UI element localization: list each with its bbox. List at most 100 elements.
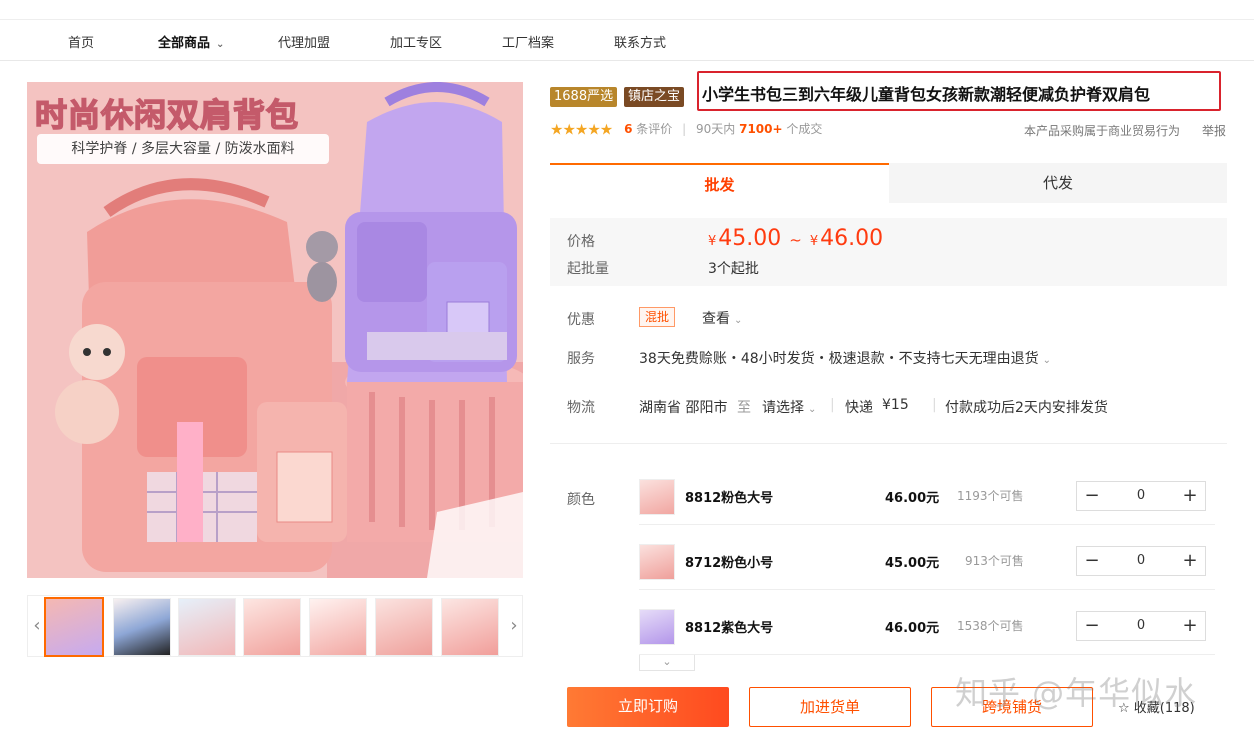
badge-store-treasure: 镇店之宝 — [624, 87, 685, 107]
quantity-value[interactable]: 0 — [1107, 612, 1175, 640]
tab-wholesale[interactable]: 批发 — [550, 163, 889, 203]
quantity-stepper[interactable]: − 0 + — [1076, 611, 1206, 641]
nav-factory[interactable]: 工厂档案 — [502, 32, 554, 51]
sku-thumbnail[interactable] — [639, 479, 675, 515]
price-min: 45.00 — [718, 226, 782, 251]
express-fee: ¥15 — [882, 397, 909, 413]
product-title-box: 小学生书包三到六年级儿童背包女孩新款潮轻便减负护脊双肩包 — [697, 71, 1221, 111]
trade-note: 本产品采购属于商业贸易行为 — [1024, 124, 1181, 138]
sku-row: 8712粉色小号 45.00元 913个可售 − 0 + — [639, 534, 1215, 590]
thumbnail-2[interactable] — [113, 598, 171, 656]
chevron-down-icon: ⌄ — [216, 39, 225, 50]
nav-all-products[interactable]: 全部商品 ⌄ — [158, 32, 224, 51]
watermark: 知乎 @年华似水 — [955, 674, 1198, 712]
logistics-separator-2: | — [932, 397, 937, 413]
review-count[interactable]: 6 — [624, 122, 632, 136]
hero-title: 时尚休闲双肩背包 — [34, 95, 300, 135]
price-block: 价格 ¥45.00 ~ ¥46.00 起批量 3个起批 — [550, 218, 1227, 286]
minus-button[interactable]: − — [1077, 612, 1107, 640]
nav-processing[interactable]: 加工专区 — [390, 32, 442, 51]
quantity-value[interactable]: 0 — [1107, 482, 1175, 510]
thumbnail-6[interactable] — [375, 598, 433, 656]
sku-price: 46.00元 — [885, 621, 940, 636]
price-range: ¥45.00 ~ ¥46.00 — [708, 226, 883, 251]
sku-name: 8712粉色小号 — [685, 556, 774, 571]
sku-price: 45.00元 — [885, 556, 940, 571]
days-label: 90天内 — [695, 122, 736, 136]
section-divider — [550, 443, 1227, 444]
plus-button[interactable]: + — [1175, 612, 1205, 640]
sku-thumbnail[interactable] — [639, 544, 675, 580]
promo-label: 优惠 — [567, 312, 595, 328]
promo-tag: 混批 — [639, 307, 676, 327]
buy-now-button[interactable]: 立即订购 — [567, 687, 729, 727]
thumbnail-1[interactable] — [44, 597, 104, 657]
service-label: 服务 — [567, 351, 595, 367]
plus-button[interactable]: + — [1175, 482, 1205, 510]
quantity-stepper[interactable]: − 0 + — [1076, 481, 1206, 511]
add-cart-button[interactable]: 加进货单 — [749, 687, 911, 727]
logistics-separator-1: | — [830, 397, 835, 413]
thumbnail-7[interactable] — [441, 598, 499, 656]
star-rating-icon: ★★★★★ — [550, 120, 613, 139]
sku-stock: 913个可售 — [965, 554, 1024, 568]
destination-select[interactable]: 请选择 ⌄ — [762, 397, 816, 417]
color-label: 颜色 — [567, 492, 595, 508]
destination-label: 请选择 — [762, 400, 804, 416]
top-bar — [0, 0, 1254, 20]
rating-row: ★★★★★ 6 条评价 | 90天内 7100+ 个成交 — [550, 120, 823, 139]
nav-home[interactable]: 首页 — [68, 32, 94, 51]
service-text: 38天免费赊账・48小时发货・极速退款・不支持七天无理由退货 — [639, 351, 1039, 367]
thumbnail-strip: ‹ › — [27, 595, 523, 657]
service-value[interactable]: 38天免费赊账・48小时发货・极速退款・不支持七天无理由退货 ⌄ — [639, 348, 1051, 368]
minus-button[interactable]: − — [1077, 547, 1107, 575]
promo-view-link[interactable]: 查看 ⌄ — [702, 308, 742, 328]
product-title: 小学生书包三到六年级儿童背包女孩新款潮轻便减负护脊双肩包 — [702, 85, 1151, 104]
quantity-value[interactable]: 0 — [1107, 547, 1175, 575]
thumbnail-3[interactable] — [178, 598, 236, 656]
report-link[interactable]: 举报 — [1202, 122, 1226, 139]
sku-name: 8812粉色大号 — [685, 491, 774, 506]
nav-contact[interactable]: 联系方式 — [614, 32, 666, 51]
sku-stock: 1193个可售 — [957, 489, 1024, 503]
store-nav: 首页 全部商品 ⌄ 代理加盟 加工专区 工厂档案 联系方式 — [0, 20, 1254, 61]
tab-dropship[interactable]: 代发 — [889, 163, 1227, 203]
plus-button[interactable]: + — [1175, 547, 1205, 575]
thumbnail-4[interactable] — [243, 598, 301, 656]
deals-count: 7100+ — [739, 122, 783, 136]
sku-price: 46.00元 — [885, 491, 940, 506]
logistics-label: 物流 — [567, 400, 595, 416]
hero-subtitle: 科学护脊 / 多层大容量 / 防泼水面料 — [37, 134, 329, 164]
nav-all-products-label: 全部商品 — [158, 36, 211, 51]
thumb-next-button[interactable]: › — [505, 596, 523, 656]
price-tilde: ~ — [789, 231, 802, 249]
badge-1688-selected: 1688严选 — [550, 87, 618, 107]
chevron-down-icon: ⌄ — [808, 404, 817, 415]
sku-row: 8812紫色大号 46.00元 1538个可售 − 0 + — [639, 599, 1215, 655]
main-product-image[interactable]: 时尚休闲双肩背包 科学护脊 / 多层大容量 / 防泼水面料 — [27, 82, 523, 578]
thumbnail-5[interactable] — [309, 598, 367, 656]
sku-thumbnail[interactable] — [639, 609, 675, 645]
moq-label: 起批量 — [567, 261, 609, 277]
sku-row: 8812粉色大号 46.00元 1193个可售 − 0 + — [639, 469, 1215, 525]
purchase-tabs: 批发 代发 — [550, 163, 1227, 203]
review-label: 条评价 — [636, 122, 673, 136]
ship-note: 付款成功后2天内安排发货 — [945, 400, 1108, 416]
price-max: 46.00 — [820, 226, 884, 251]
sku-stock: 1538个可售 — [957, 619, 1024, 633]
ship-to-label: 至 — [737, 400, 751, 416]
deals-label: 个成交 — [786, 122, 823, 136]
nav-agency[interactable]: 代理加盟 — [278, 32, 330, 51]
currency-symbol-2: ¥ — [809, 234, 819, 249]
ship-origin: 湖南省 邵阳市 — [639, 400, 728, 416]
minus-button[interactable]: − — [1077, 482, 1107, 510]
moq-value: 3个起批 — [708, 261, 759, 277]
rating-separator: | — [682, 122, 687, 136]
currency-symbol: ¥ — [708, 234, 717, 249]
quantity-stepper[interactable]: − 0 + — [1076, 546, 1206, 576]
promo-view-label: 查看 — [702, 311, 730, 327]
sku-name: 8812紫色大号 — [685, 621, 774, 636]
expand-sku-button[interactable]: ⌄ — [639, 655, 695, 671]
chevron-down-icon: ⌄ — [1042, 355, 1052, 366]
chevron-down-icon: ⌄ — [734, 315, 743, 326]
